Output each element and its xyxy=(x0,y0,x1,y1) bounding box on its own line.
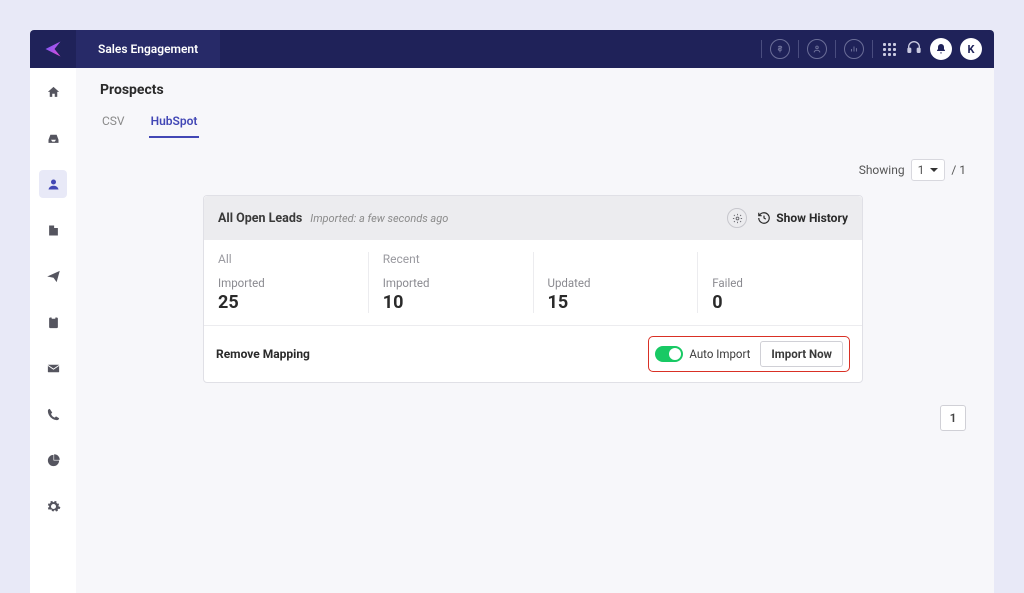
top-right-tools: K xyxy=(761,38,994,60)
dollar-icon[interactable] xyxy=(770,39,790,59)
bell-icon[interactable] xyxy=(930,38,952,60)
sidebar-item-lists[interactable] xyxy=(39,216,67,244)
auto-import-toggle-wrap: Auto Import xyxy=(655,346,750,362)
stat-label: Failed xyxy=(712,276,848,290)
history-icon xyxy=(757,211,771,225)
stat-group: All xyxy=(218,252,354,266)
sidebar-item-tasks[interactable] xyxy=(39,308,67,336)
auto-import-toggle[interactable] xyxy=(655,346,683,362)
show-history-label: Show History xyxy=(776,211,848,225)
card-settings-icon[interactable] xyxy=(727,208,747,228)
app-logo-icon[interactable] xyxy=(30,30,76,68)
import-card: All Open Leads Imported: a few seconds a… xyxy=(203,195,863,383)
avatar[interactable]: K xyxy=(960,38,982,60)
top-pagination: Showing 1 / 1 xyxy=(100,159,966,181)
bottom-pagination: 1 xyxy=(100,405,966,431)
tab-csv[interactable]: CSV xyxy=(100,108,127,138)
stat-failed: Failed 0 xyxy=(697,252,862,313)
sidebar-item-settings[interactable] xyxy=(39,492,67,520)
sidebar-item-calls[interactable] xyxy=(39,400,67,428)
headset-icon[interactable] xyxy=(906,39,922,59)
stat-updated: Updated 15 xyxy=(533,252,698,313)
sidebar-item-home[interactable] xyxy=(39,78,67,106)
sidebar-item-send[interactable] xyxy=(39,262,67,290)
stat-value: 0 xyxy=(712,292,848,313)
tabs: CSV HubSpot xyxy=(100,108,966,139)
divider xyxy=(798,40,799,58)
dialpad-icon[interactable] xyxy=(881,41,898,58)
card-subtitle: Imported: a few seconds ago xyxy=(310,212,448,225)
stat-recent-imported: Recent Imported 10 xyxy=(368,252,533,313)
page-select-value: 1 xyxy=(918,163,925,177)
stat-label: Imported xyxy=(218,276,354,290)
remove-mapping-button[interactable]: Remove Mapping xyxy=(216,347,310,361)
showing-label: Showing xyxy=(859,163,905,177)
stat-value: 10 xyxy=(383,292,519,313)
main-content: Prospects CSV HubSpot Showing 1 / 1 xyxy=(76,68,994,593)
sidebar-item-prospects[interactable] xyxy=(39,170,67,198)
divider xyxy=(872,40,873,58)
show-history-button[interactable]: Show History xyxy=(757,211,848,225)
card-footer: Remove Mapping Auto Import Import Now xyxy=(204,326,862,382)
stat-group: Recent xyxy=(383,252,519,266)
stat-all-imported: All Imported 25 xyxy=(204,252,368,313)
tab-hubspot[interactable]: HubSpot xyxy=(149,108,200,138)
divider xyxy=(761,40,762,58)
stats-row: All Imported 25 Recent Imported 10 Updat… xyxy=(204,240,862,326)
user-icon[interactable] xyxy=(807,39,827,59)
stat-value: 15 xyxy=(548,292,684,313)
sidebar-item-reports[interactable] xyxy=(39,446,67,474)
page-select[interactable]: 1 xyxy=(911,159,946,181)
page-number-button[interactable]: 1 xyxy=(940,405,966,431)
sidebar-item-mail[interactable] xyxy=(39,354,67,382)
top-bar: Sales Engagement xyxy=(30,30,994,68)
card-header: All Open Leads Imported: a few seconds a… xyxy=(204,196,862,240)
stat-value: 25 xyxy=(218,292,354,313)
import-now-button[interactable]: Import Now xyxy=(760,341,843,367)
highlighted-controls: Auto Import Import Now xyxy=(648,336,850,372)
card-title: All Open Leads xyxy=(218,211,302,226)
page-title: Prospects xyxy=(100,82,966,98)
chart-icon[interactable] xyxy=(844,39,864,59)
brand-label: Sales Engagement xyxy=(76,30,220,68)
sidebar-item-inbox[interactable] xyxy=(39,124,67,152)
stat-label: Updated xyxy=(548,276,684,290)
divider xyxy=(835,40,836,58)
stat-label: Imported xyxy=(383,276,519,290)
app-shell: Sales Engagement xyxy=(30,30,994,593)
chevron-down-icon xyxy=(930,168,938,172)
auto-import-label: Auto Import xyxy=(689,347,750,361)
page-total: / 1 xyxy=(951,163,966,177)
sidebar xyxy=(30,68,76,593)
